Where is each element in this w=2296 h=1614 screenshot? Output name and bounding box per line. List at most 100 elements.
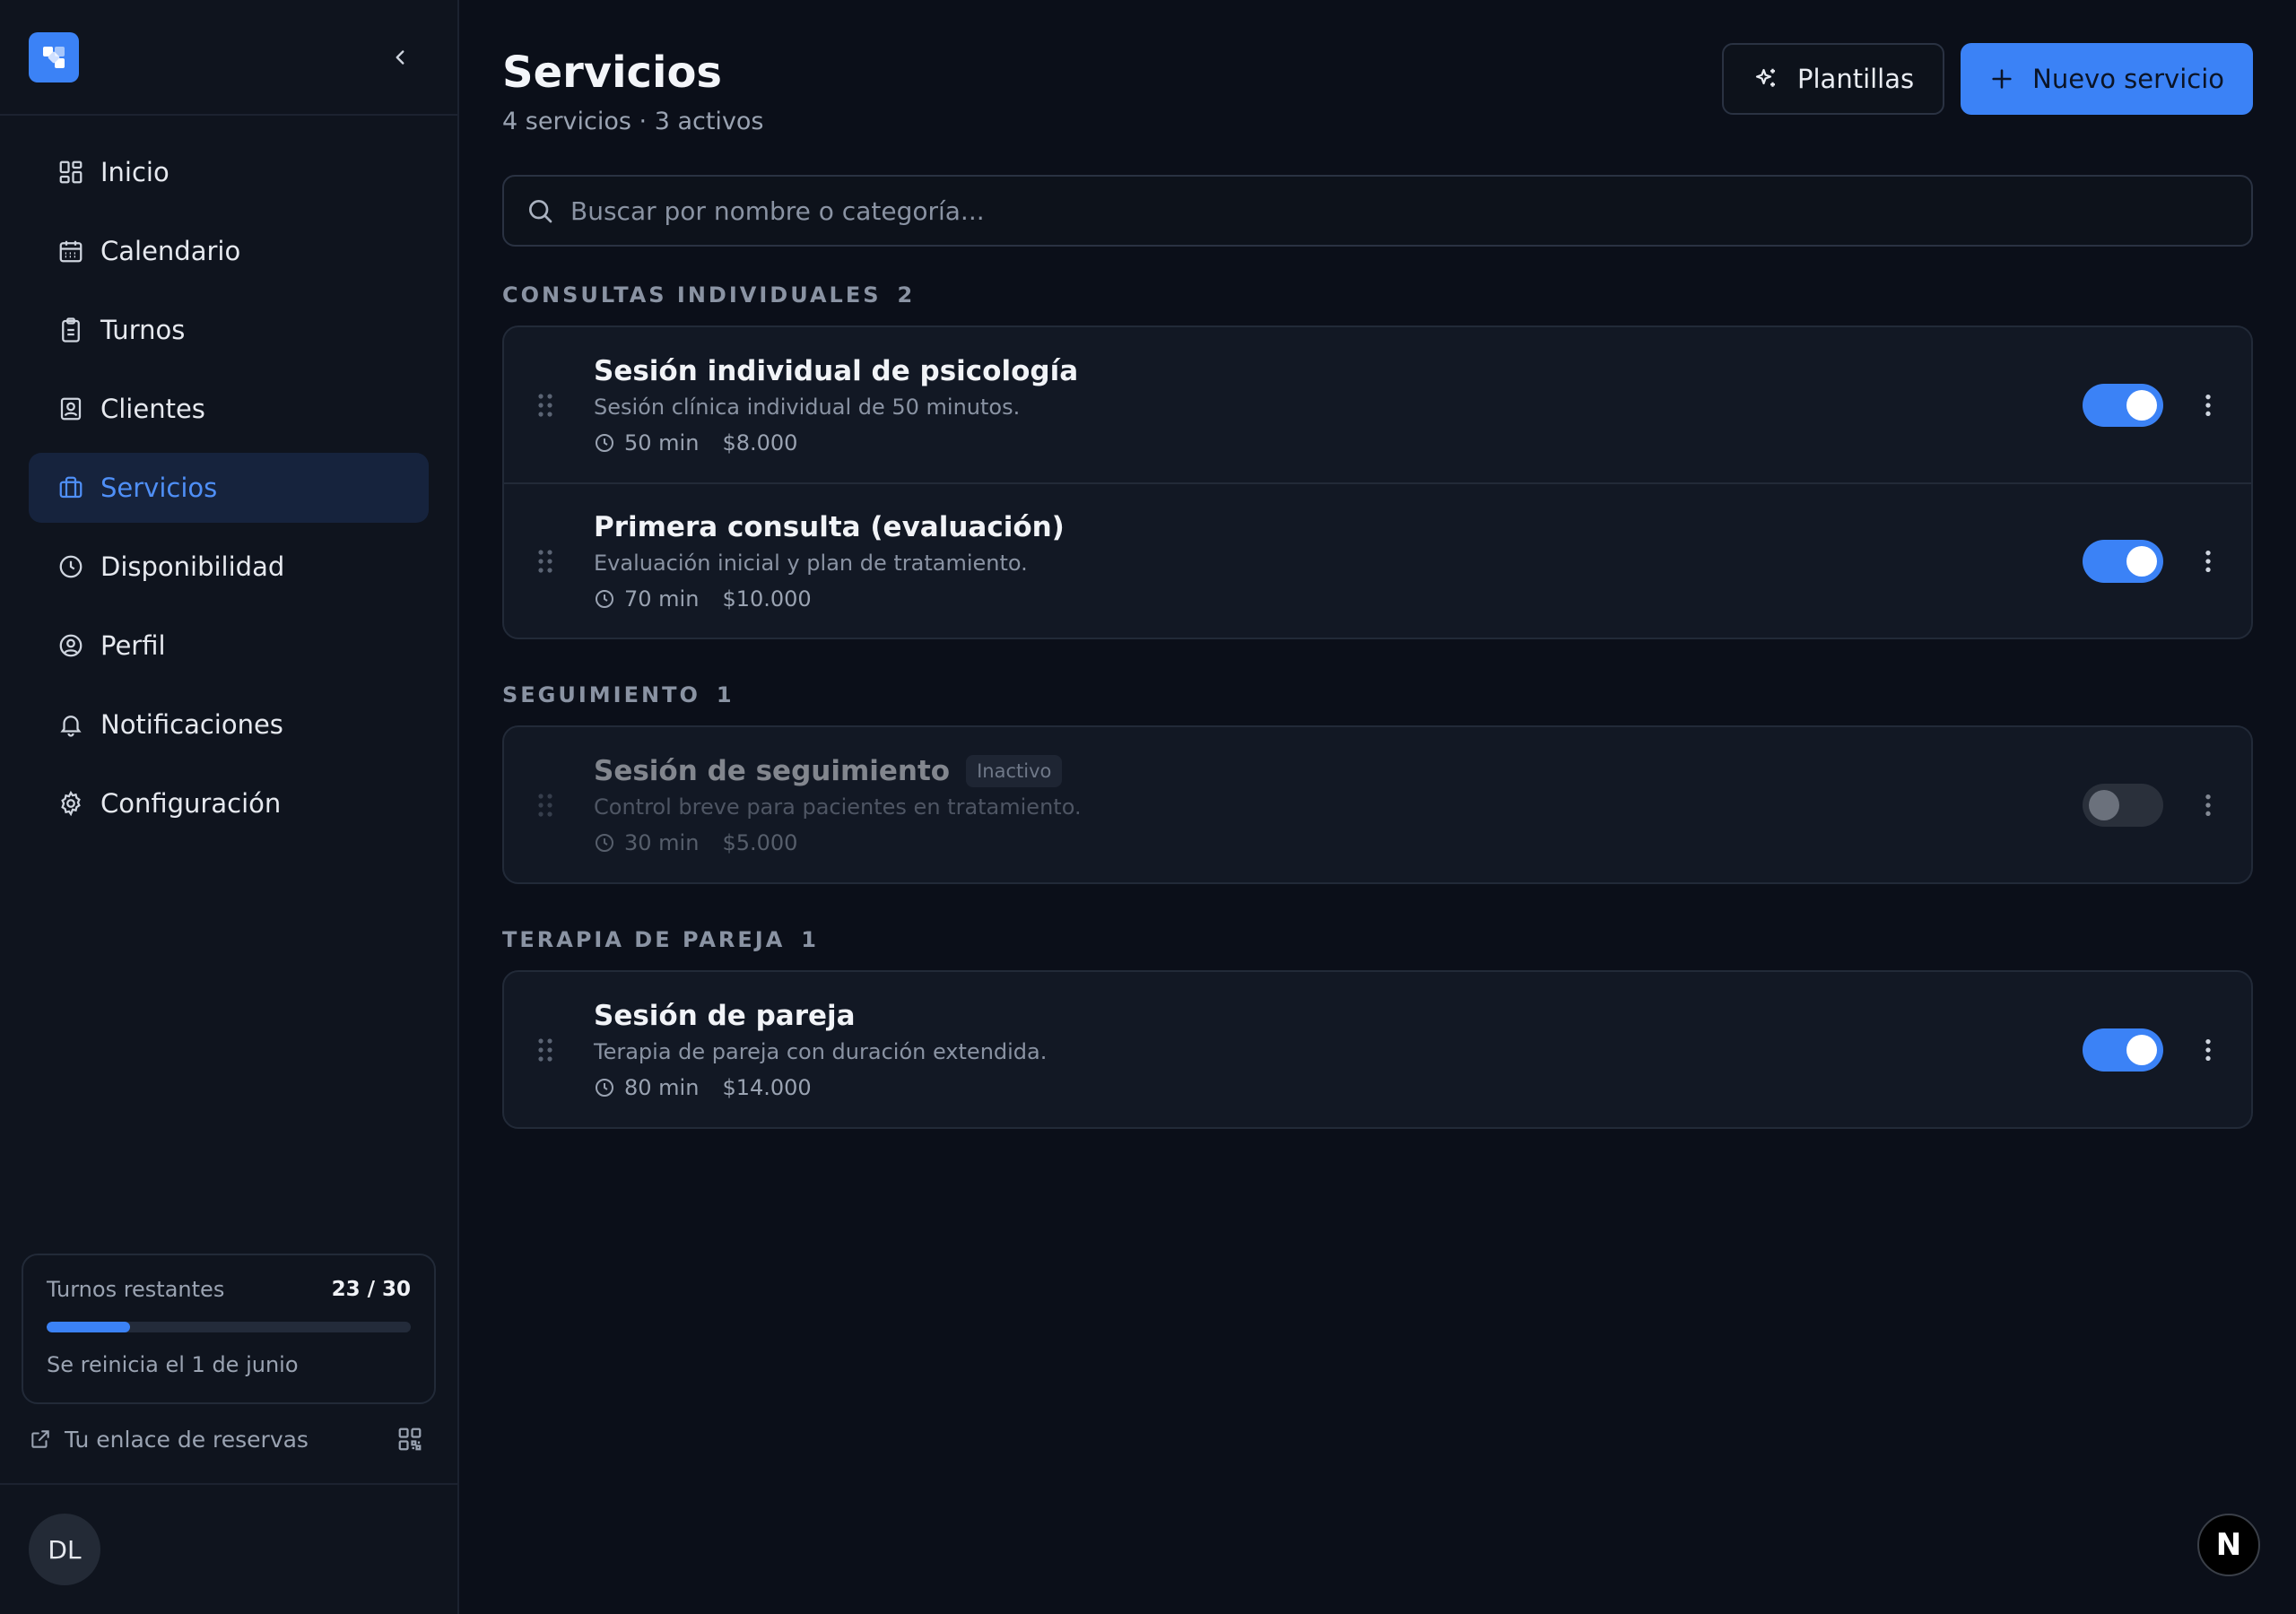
gear-icon <box>61 790 81 817</box>
quota-reset-text: Se reinicia el 1 de junio <box>47 1352 299 1377</box>
templates-button[interactable]: Plantillas <box>1722 43 1945 115</box>
sidebar-item-servicios[interactable]: Servicios <box>29 453 429 523</box>
service-row[interactable]: Sesión de pareja Terapia de pareja con d… <box>504 972 2251 1127</box>
service-price: $5.000 <box>722 829 798 855</box>
next-dev-indicator-button[interactable]: N <box>2197 1514 2260 1576</box>
service-row[interactable]: Sesión de seguimiento Inactivo Control b… <box>504 727 2251 882</box>
new-service-button-label: Nuevo servicio <box>2032 64 2224 94</box>
service-active-toggle[interactable] <box>2083 539 2163 583</box>
service-list-card: Sesión de seguimiento Inactivo Control b… <box>502 725 2253 884</box>
briefcase-icon <box>59 476 83 499</box>
service-duration: 50 min <box>624 430 700 456</box>
clock-icon <box>596 1078 613 1097</box>
sidebar-item-label: Notificaciones <box>100 709 283 740</box>
page-title: Servicios <box>502 48 722 98</box>
more-options-icon[interactable] <box>2194 784 2222 827</box>
service-group-pareja: TERAPIA DE PAREJA 1 Sesión de pareja Ter… <box>502 927 2253 1129</box>
sidebar-item-label: Clientes <box>100 394 205 424</box>
clock-icon <box>596 433 613 452</box>
sidebar-item-configuracion[interactable]: Configuración <box>29 768 429 838</box>
app: Inicio Calendario Turnos Clientes Servic… <box>0 0 2296 1614</box>
clock-icon <box>596 589 613 608</box>
service-price: $8.000 <box>722 430 798 456</box>
group-title: CONSULTAS INDIVIDUALES 2 <box>502 282 2253 308</box>
grid-icon <box>59 161 83 184</box>
templates-button-label: Plantillas <box>1797 64 1915 94</box>
service-duration: 30 min <box>624 829 700 855</box>
service-name: Sesión de seguimiento <box>594 754 951 787</box>
bell-icon <box>60 716 82 737</box>
group-title-label: TERAPIA DE PAREJA <box>502 927 786 952</box>
group-count: 1 <box>716 682 732 707</box>
sidebar-item-label: Perfil <box>100 630 166 661</box>
external-link-icon <box>31 1430 49 1448</box>
group-title-label: CONSULTAS INDIVIDUALES <box>502 282 882 308</box>
group-count: 1 <box>801 927 816 952</box>
service-active-toggle[interactable] <box>2083 1028 2163 1072</box>
service-group-seguimiento: SEGUIMIENTO 1 Sesión de seguimiento Inac… <box>502 682 2253 884</box>
more-options-icon[interactable] <box>2194 1028 2222 1072</box>
service-list-card: Sesión individual de psicología Sesión c… <box>502 325 2253 639</box>
new-service-button[interactable]: Nuevo servicio <box>1961 43 2253 115</box>
calendar-icon <box>59 240 83 263</box>
search-box <box>502 175 2253 247</box>
group-title: SEGUIMIENTO 1 <box>502 682 2253 707</box>
service-duration: 80 min <box>624 1074 700 1100</box>
search-input[interactable] <box>570 195 2230 226</box>
sidebar-item-label: Inicio <box>100 157 170 187</box>
header-actions: Plantillas Nuevo servicio <box>1722 43 2253 115</box>
page-subtitle: 4 servicios · 3 activos <box>502 108 764 135</box>
sidebar-item-perfil[interactable]: Perfil <box>29 611 429 681</box>
service-description: Terapia de pareja con duración extendida… <box>594 1038 1048 1064</box>
service-duration: 70 min <box>624 586 700 612</box>
contact-icon <box>60 397 82 421</box>
service-name: Sesión de pareja <box>594 999 856 1032</box>
sidebar-item-disponibilidad[interactable]: Disponibilidad <box>29 532 429 602</box>
quota-progress-bar <box>47 1322 411 1332</box>
more-options-icon[interactable] <box>2194 540 2222 583</box>
sidebar-item-notificaciones[interactable]: Notificaciones <box>29 690 429 759</box>
service-price: $10.000 <box>722 586 812 612</box>
service-price: $14.000 <box>722 1074 812 1100</box>
drag-handle-icon[interactable] <box>536 549 554 574</box>
sparkles-icon <box>1755 68 1775 87</box>
drag-handle-icon[interactable] <box>536 393 554 418</box>
service-row[interactable]: Primera consulta (evaluación) Evaluación… <box>504 482 2251 638</box>
drag-handle-icon[interactable] <box>536 1037 554 1063</box>
group-count: 2 <box>897 282 913 308</box>
clock-icon <box>596 833 613 852</box>
plus-icon <box>1992 69 2012 89</box>
service-active-toggle[interactable] <box>2083 783 2163 827</box>
sidebar-item-label: Configuración <box>100 788 282 819</box>
sidebar-item-calendario[interactable]: Calendario <box>29 216 429 286</box>
quota-value: 23 / 30 <box>331 1278 411 1301</box>
quota-label: Turnos restantes <box>47 1277 225 1302</box>
service-row[interactable]: Sesión individual de psicología Sesión c… <box>504 327 2251 482</box>
chevron-left-icon[interactable] <box>382 39 418 75</box>
sidebar-header <box>0 0 457 116</box>
qr-code-icon[interactable] <box>396 1426 423 1453</box>
group-title-label: SEGUIMIENTO <box>502 682 700 707</box>
quota-progress-fill <box>47 1322 131 1332</box>
sidebar-item-inicio[interactable]: Inicio <box>29 137 429 207</box>
logo-icon[interactable] <box>29 31 79 82</box>
avatar[interactable]: DL <box>29 1514 100 1585</box>
search-icon <box>529 200 552 223</box>
service-group-consultas: CONSULTAS INDIVIDUALES 2 Sesión individu… <box>502 282 2253 639</box>
group-title: TERAPIA DE PAREJA 1 <box>502 927 2253 952</box>
service-description: Control breve para pacientes en tratamie… <box>594 794 1082 820</box>
service-name: Sesión individual de psicología <box>594 354 1079 387</box>
sidebar-item-label: Disponibilidad <box>100 551 285 582</box>
clock-icon <box>59 555 83 578</box>
user-circle-icon <box>59 634 83 657</box>
more-options-icon[interactable] <box>2194 384 2222 427</box>
sidebar-item-turnos[interactable]: Turnos <box>29 295 429 365</box>
sidebar-item-clientes[interactable]: Clientes <box>29 374 429 444</box>
sidebar-item-label: Calendario <box>100 236 241 266</box>
service-list-card: Sesión de pareja Terapia de pareja con d… <box>502 970 2253 1129</box>
service-active-toggle[interactable] <box>2083 383 2163 427</box>
drag-handle-icon[interactable] <box>536 793 554 818</box>
sidebar-item-label: Servicios <box>100 473 218 503</box>
sidebar-item-label: Turnos <box>100 315 186 345</box>
booking-link[interactable]: Tu enlace de reservas <box>29 1427 309 1453</box>
